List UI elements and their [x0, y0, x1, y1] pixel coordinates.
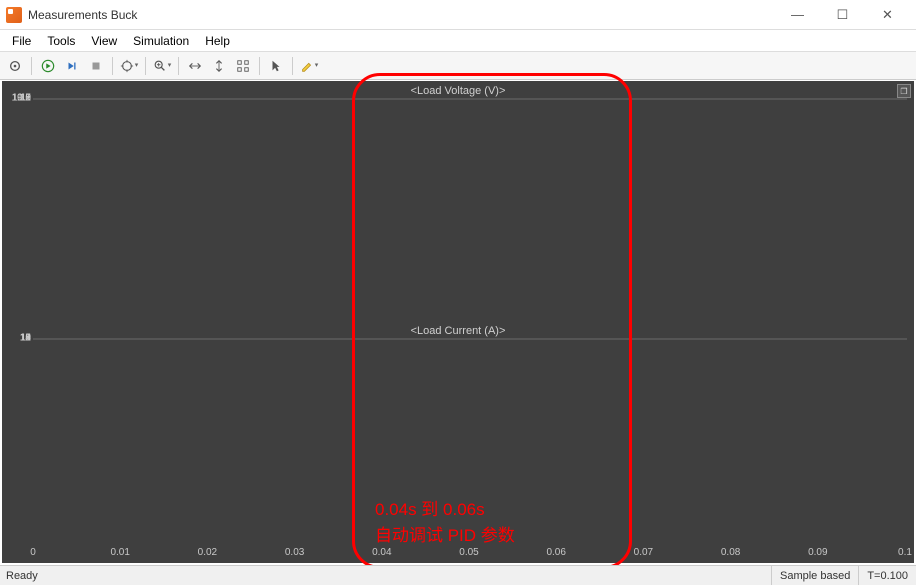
run-button[interactable]: [37, 55, 59, 77]
trigger-button[interactable]: [118, 55, 140, 77]
x-tick-label: 0.05: [459, 547, 478, 558]
minimize-button[interactable]: —: [775, 0, 820, 30]
autoscale-button[interactable]: [232, 55, 254, 77]
x-tick-label: 0.01: [110, 547, 129, 558]
plot-maximize-icon[interactable]: ❐: [897, 84, 911, 98]
x-tick-label: 0.08: [721, 547, 740, 558]
x-tick-label: 0.02: [198, 547, 217, 558]
zoom-x-icon: [188, 59, 202, 73]
cursor-icon: [269, 59, 283, 73]
plot-title-voltage: <Load Voltage (V)>: [5, 84, 911, 98]
maximize-button[interactable]: ☐: [820, 0, 865, 30]
y-tick-label: 15: [7, 333, 31, 344]
stop-button[interactable]: [85, 55, 107, 77]
autoscale-icon: [236, 59, 250, 73]
step-icon: [65, 59, 79, 73]
status-mode: Sample based: [771, 566, 858, 585]
x-tick-label: 0.1: [898, 547, 912, 558]
zoom-x-button[interactable]: [184, 55, 206, 77]
menubar: File Tools View Simulation Help: [0, 30, 916, 52]
cursor-button[interactable]: [265, 55, 287, 77]
target-icon: [120, 59, 134, 73]
step-forward-button[interactable]: [61, 55, 83, 77]
stop-icon: [89, 59, 103, 73]
window-title: Measurements Buck: [28, 8, 775, 22]
annotation-line2: 自动调试 PID 参数: [375, 523, 515, 549]
x-tick-label: 0: [30, 547, 36, 558]
y-tick-label: 12: [7, 93, 31, 104]
zoom-y-button[interactable]: [208, 55, 230, 77]
plot-canvas-current[interactable]: [33, 338, 907, 340]
toolbar: [0, 52, 916, 80]
highlight-button[interactable]: [298, 55, 320, 77]
titlebar: Measurements Buck — ☐ ✕: [0, 0, 916, 30]
close-button[interactable]: ✕: [865, 0, 910, 30]
menu-file[interactable]: File: [4, 32, 39, 50]
x-tick-label: 0.09: [808, 547, 827, 558]
settings-button[interactable]: [4, 55, 26, 77]
statusbar: Ready Sample based T=0.100: [0, 565, 916, 585]
plot-voltage: <Load Voltage (V)> 99.51010.51111.512: [5, 84, 911, 320]
menu-simulation[interactable]: Simulation: [125, 32, 197, 50]
highlight-icon: [300, 59, 314, 73]
plot-title-current: <Load Current (A)>: [5, 324, 911, 338]
annotation-text: 0.04s 到 0.06s 自动调试 PID 参数: [375, 497, 515, 548]
x-tick-label: 0.03: [285, 547, 304, 558]
zoom-y-icon: [212, 59, 226, 73]
x-tick-label: 0.07: [634, 547, 653, 558]
status-time: T=0.100: [858, 566, 916, 585]
menu-tools[interactable]: Tools: [39, 32, 83, 50]
x-tick-label: 0.04: [372, 547, 391, 558]
plot-canvas-voltage[interactable]: [33, 98, 907, 100]
gear-icon: [8, 59, 22, 73]
status-ready: Ready: [0, 570, 771, 582]
scope-area: ❐ <Load Voltage (V)> 99.51010.51111.512 …: [2, 81, 914, 563]
x-tick-label: 0.06: [546, 547, 565, 558]
annotation-line1: 0.04s 到 0.06s: [375, 497, 515, 523]
matlab-icon: [6, 7, 22, 23]
menu-view[interactable]: View: [83, 32, 125, 50]
zoom-button[interactable]: [151, 55, 173, 77]
zoom-icon: [153, 59, 167, 73]
menu-help[interactable]: Help: [197, 32, 238, 50]
play-icon: [41, 59, 55, 73]
